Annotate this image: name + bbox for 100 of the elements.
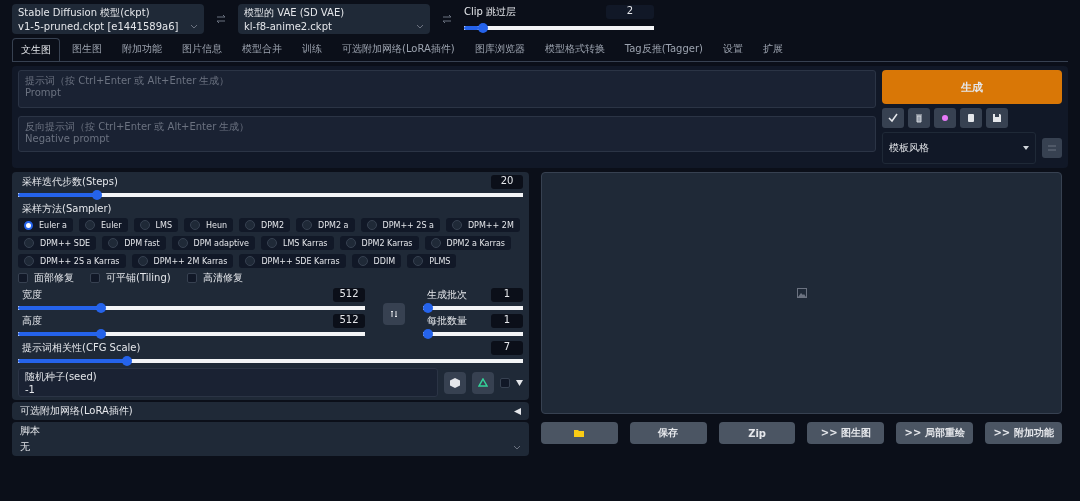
seed-field[interactable]: 随机种子(seed) -1 bbox=[18, 368, 438, 397]
number-field[interactable]: 7 bbox=[491, 341, 523, 355]
slider-label: 每批数量 bbox=[427, 314, 467, 328]
checkbox[interactable] bbox=[186, 273, 197, 283]
field-label: 反向提示词（按 Ctrl+Enter 或 Alt+Enter 生成） bbox=[25, 120, 250, 134]
script-dropdown[interactable]: 脚本 无 bbox=[12, 422, 529, 456]
field-label: Stable Diffusion 模型(ckpt) bbox=[18, 6, 151, 20]
radio-option[interactable]: DPM2 a Karras bbox=[424, 236, 512, 250]
slider[interactable] bbox=[423, 303, 523, 313]
slider-thumb[interactable] bbox=[92, 190, 103, 200]
option-label: DPM2 a Karras bbox=[446, 238, 506, 248]
slider-thumb[interactable] bbox=[423, 303, 433, 313]
clipboard-icon bbox=[966, 113, 976, 123]
tab[interactable]: 模型合并 bbox=[234, 38, 290, 61]
action-button[interactable]: Zip bbox=[718, 422, 796, 444]
style-dropdown[interactable]: 模板风格 bbox=[882, 132, 1036, 164]
checkbox[interactable] bbox=[18, 273, 28, 283]
radio-option[interactable]: DPM++ 2S a Karras bbox=[18, 254, 126, 268]
radio-option[interactable]: DPM++ 2M Karras bbox=[131, 254, 234, 268]
tab[interactable]: 设置 bbox=[715, 38, 751, 61]
checkbox-label: 高清修复 bbox=[202, 271, 243, 285]
radio-option[interactable]: Euler a bbox=[18, 218, 73, 232]
tab[interactable]: 附加功能 bbox=[114, 38, 170, 61]
slider-label: 高度 bbox=[22, 314, 42, 328]
option-label: LMS bbox=[155, 220, 172, 230]
radio-option[interactable]: LMS bbox=[133, 218, 178, 232]
checkbox[interactable] bbox=[500, 377, 510, 388]
tab[interactable]: 文生图 bbox=[12, 38, 60, 61]
model-dropdown[interactable]: Stable Diffusion 模型(ckpt) v1-5-pruned.ckpt [e1441589a6] bbox=[12, 4, 204, 34]
radio-option[interactable]: DPM++ SDE bbox=[18, 236, 97, 250]
option-label: DPM2 a bbox=[318, 220, 349, 230]
tab[interactable]: 训练 bbox=[294, 38, 330, 61]
radio-option[interactable]: DPM2 a bbox=[296, 218, 355, 232]
number-field[interactable]: 2 bbox=[606, 5, 654, 19]
radio-option[interactable]: DPM fast bbox=[102, 236, 166, 250]
slider-label: 宽度 bbox=[22, 288, 42, 302]
option-label: Heun bbox=[206, 220, 228, 230]
tool-button[interactable] bbox=[882, 108, 904, 128]
tab[interactable]: 可选附加网络(LoRA插件) bbox=[334, 38, 463, 61]
action-button[interactable]: >> 附加功能 bbox=[985, 422, 1062, 444]
option-label: DPM fast bbox=[124, 238, 160, 248]
number-field[interactable]: 1 bbox=[491, 288, 523, 302]
option-label: DPM++ 2M Karras bbox=[153, 256, 228, 266]
tab[interactable]: 图生图 bbox=[64, 38, 110, 61]
field-label: Clip 跳过层 bbox=[464, 5, 517, 19]
radio-option[interactable]: DPM adaptive bbox=[171, 236, 255, 250]
radio-option[interactable]: DPM2 bbox=[239, 218, 291, 232]
action-button[interactable]: 保存 bbox=[629, 422, 707, 444]
action-button[interactable]: >> 局部重绘 bbox=[896, 422, 974, 444]
chevron-down-icon bbox=[513, 444, 521, 450]
radio-option[interactable]: DDIM bbox=[351, 254, 402, 268]
radio-option[interactable]: Heun bbox=[184, 218, 234, 232]
slider-thumb[interactable] bbox=[121, 356, 132, 366]
tool-button[interactable] bbox=[986, 108, 1008, 128]
folder-button[interactable] bbox=[541, 422, 618, 444]
tool-button[interactable] bbox=[934, 108, 956, 128]
field-label: 脚本 bbox=[20, 424, 41, 438]
slider-thumb[interactable] bbox=[95, 303, 106, 313]
swap-button[interactable] bbox=[383, 302, 405, 325]
action-button[interactable]: >> 图生图 bbox=[807, 422, 885, 444]
radio-option[interactable]: PLMS bbox=[407, 254, 457, 268]
number-field[interactable]: 1 bbox=[491, 314, 523, 328]
radio-option[interactable]: Euler bbox=[79, 218, 128, 232]
radio-option[interactable]: DPM++ 2S a bbox=[360, 218, 440, 232]
tab[interactable]: 模型格式转换 bbox=[536, 38, 613, 61]
caret-down-icon bbox=[516, 379, 523, 386]
model-dropdown[interactable]: 模型的 VAE (SD VAE) kl-f8-anime2.ckpt bbox=[238, 4, 430, 34]
radio-option[interactable]: DPM++ SDE Karras bbox=[239, 254, 346, 268]
tool-button[interactable] bbox=[960, 108, 982, 128]
slider-thumb[interactable] bbox=[423, 329, 433, 339]
radio-option[interactable]: DPM++ 2M bbox=[445, 218, 520, 232]
radio-option[interactable]: LMS Karras bbox=[261, 236, 334, 250]
option-label: DPM++ 2M bbox=[467, 220, 514, 230]
chevron-down-icon bbox=[190, 24, 198, 29]
field-label: 模型的 VAE (SD VAE) bbox=[244, 6, 346, 20]
number-field[interactable]: 512 bbox=[333, 314, 365, 328]
option-label: Euler a bbox=[39, 220, 67, 230]
recycle-button[interactable] bbox=[472, 371, 494, 394]
accordion-header[interactable]: 可选附加网络(LoRA插件) bbox=[12, 402, 529, 420]
number-field[interactable]: 20 bbox=[491, 175, 523, 189]
accordion-title: 可选附加网络(LoRA插件) bbox=[20, 404, 133, 418]
option-label: Euler bbox=[101, 220, 122, 230]
number-field[interactable]: 512 bbox=[333, 288, 365, 302]
tab[interactable]: 图片信息 bbox=[174, 38, 230, 61]
radio-option[interactable]: DPM2 Karras bbox=[339, 236, 419, 250]
option-label: PLMS bbox=[429, 256, 451, 266]
tab[interactable]: 图库浏览器 bbox=[466, 38, 533, 61]
slider-thumb[interactable] bbox=[95, 329, 106, 339]
checkbox-label: 面部修复 bbox=[34, 271, 74, 285]
section-label: 采样方法(Sampler) bbox=[21, 202, 113, 216]
option-label: DPM++ 2S a bbox=[382, 220, 434, 230]
slider-label: 提示词相关性(CFG Scale) bbox=[22, 341, 141, 355]
trash-icon bbox=[914, 113, 924, 123]
tool-button[interactable] bbox=[908, 108, 930, 128]
dice-button[interactable] bbox=[444, 371, 466, 394]
slider[interactable] bbox=[423, 329, 523, 339]
checkbox[interactable] bbox=[90, 273, 100, 283]
tab[interactable]: Tag反推(Tagger) bbox=[616, 38, 711, 61]
tab[interactable]: 扩展 bbox=[755, 38, 791, 61]
slider-thumb[interactable] bbox=[478, 23, 489, 33]
